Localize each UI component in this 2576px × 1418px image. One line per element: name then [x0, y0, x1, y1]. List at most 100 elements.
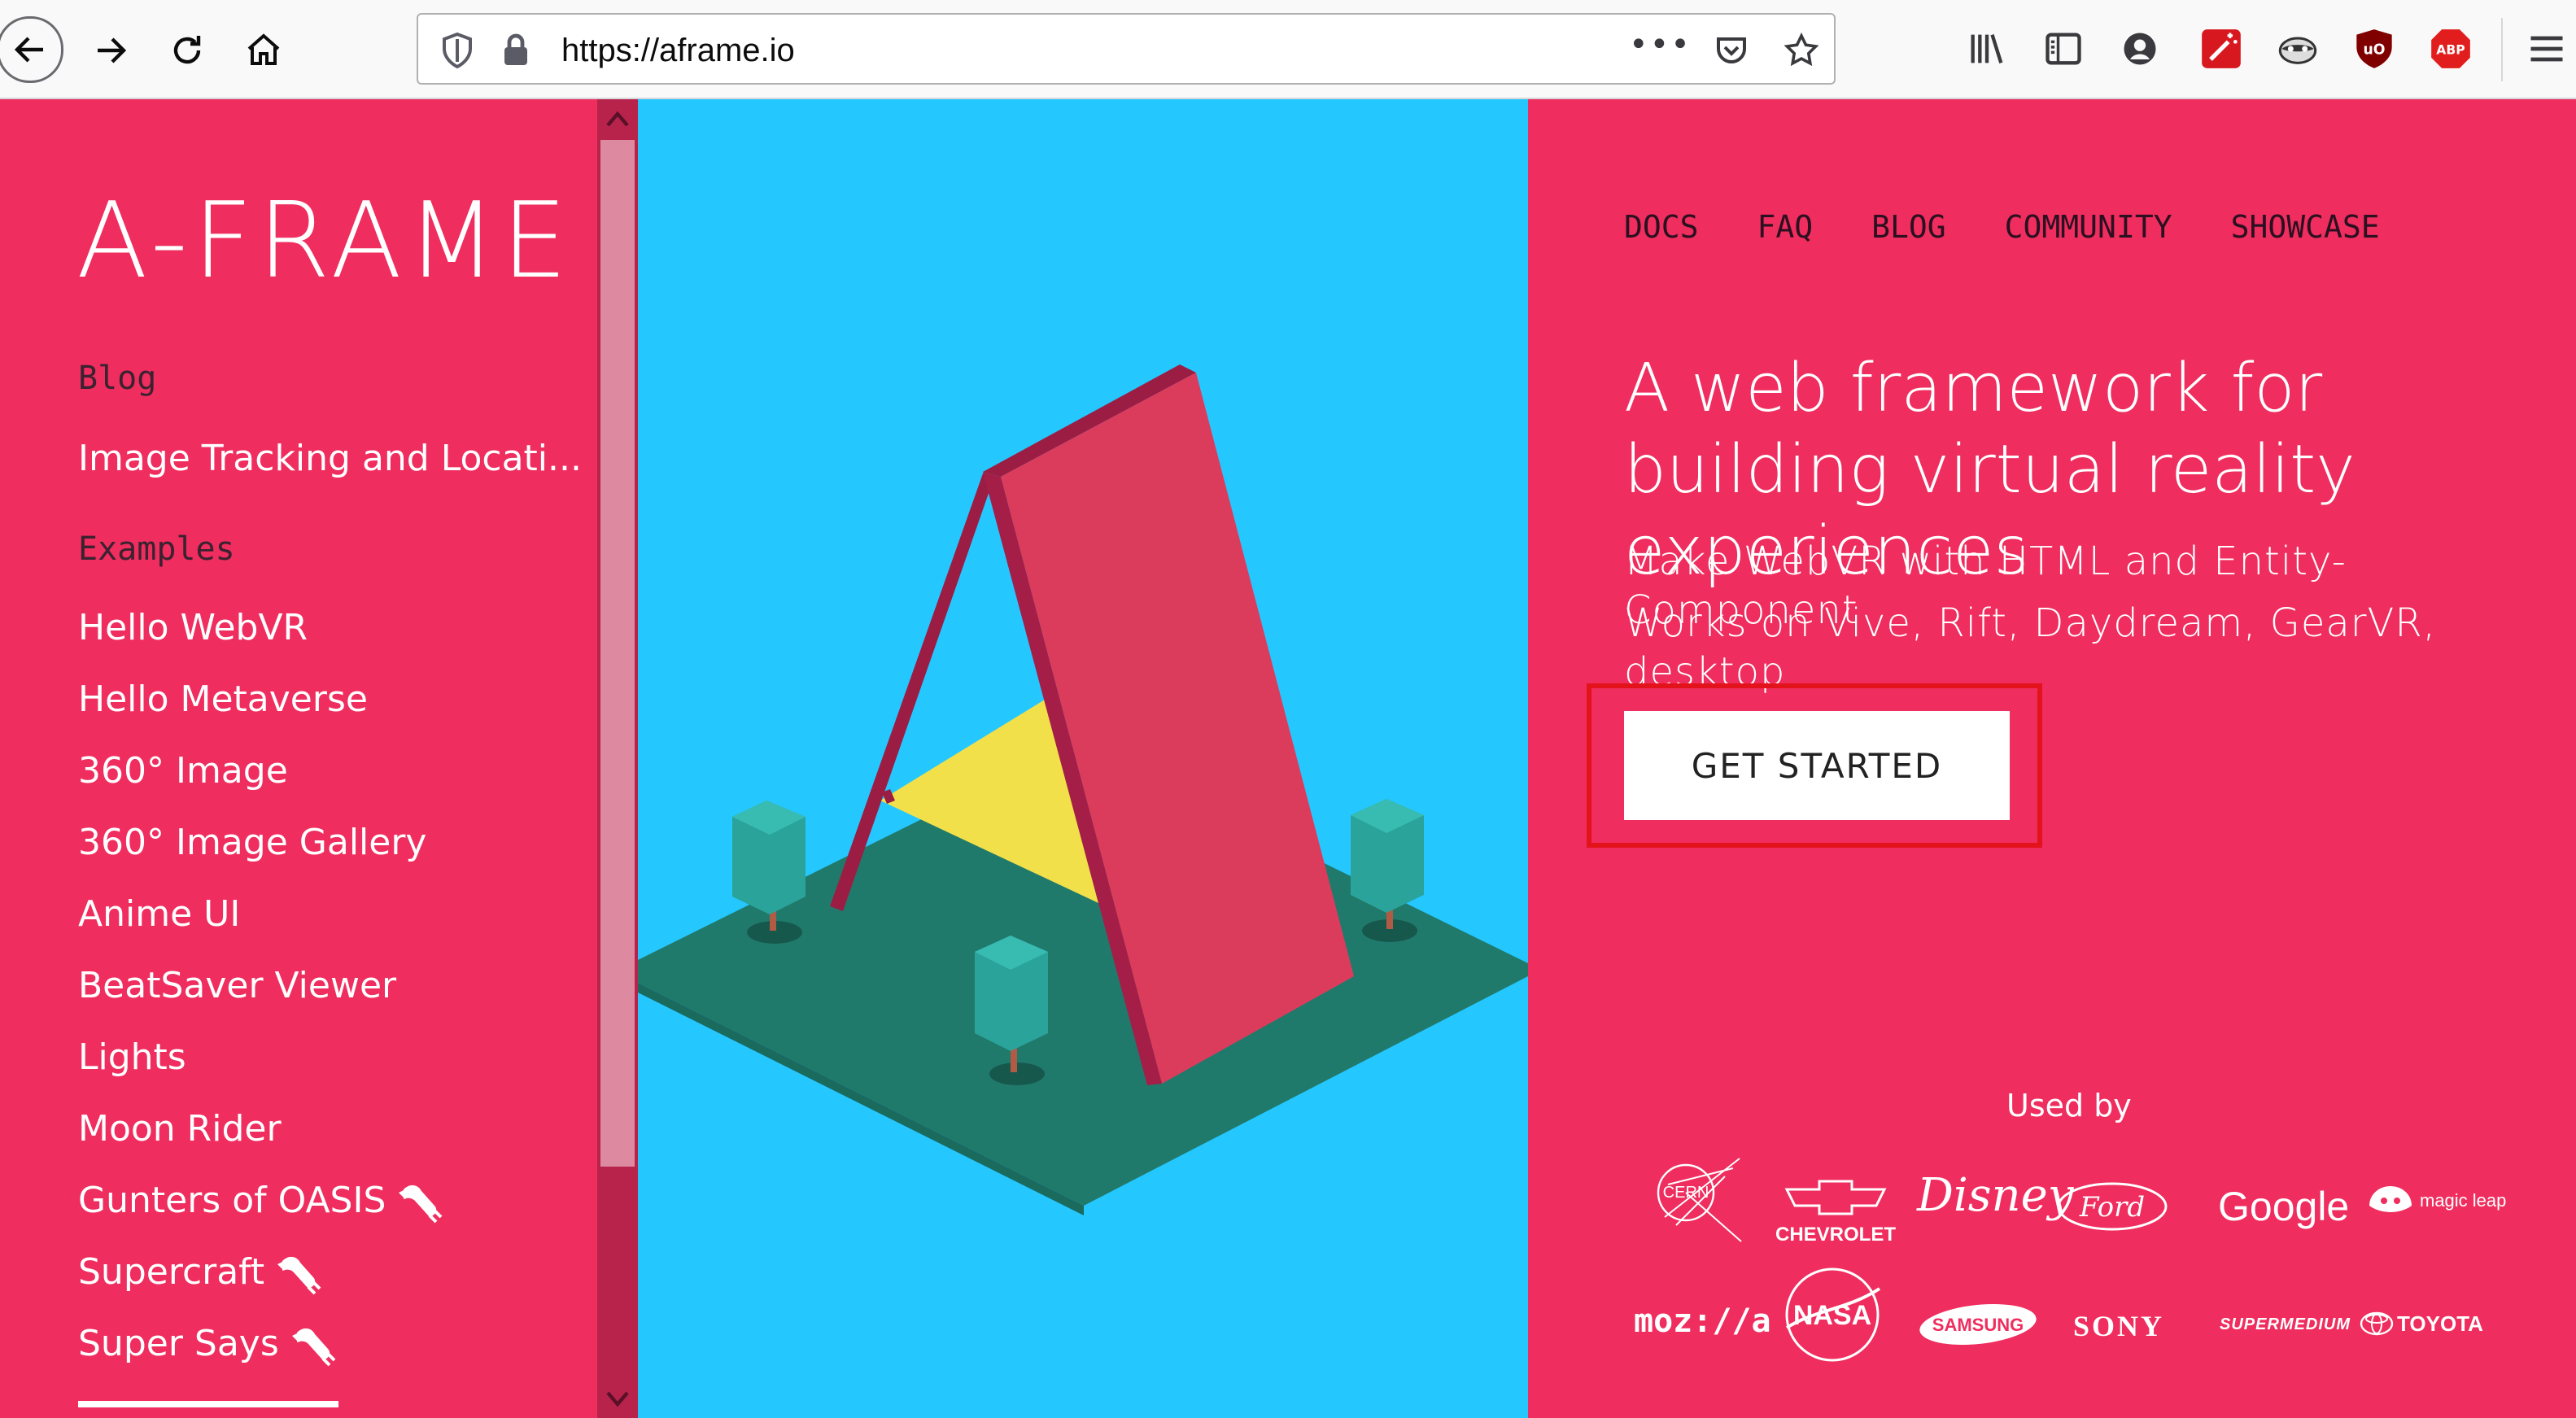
brand-supermedium[interactable]: SUPERMEDIUM	[2220, 1316, 2351, 1333]
sidebar-section-examples: Examples	[78, 530, 235, 568]
account-button[interactable]	[2115, 24, 2164, 73]
site-logo[interactable]: A-FRAME	[76, 181, 572, 303]
cern-logo: CERN	[1657, 1158, 1742, 1242]
home-icon	[247, 33, 280, 65]
reload-button[interactable]	[155, 18, 220, 83]
brand-cern[interactable]: CERN	[1644, 1152, 1749, 1261]
back-button[interactable]	[0, 16, 63, 83]
sidebar-item-360-image-gallery[interactable]: 360° Image Gallery	[78, 820, 426, 866]
toyota-wordmark: TOYOTA	[2397, 1311, 2483, 1336]
sidebar-section-blog: Blog	[78, 360, 157, 397]
lock-icon[interactable]	[496, 31, 535, 70]
scroll-down-button[interactable]	[597, 1381, 638, 1417]
sidebar-item-label: Super Says	[78, 1323, 279, 1364]
sidebar-item-image-tracking[interactable]: Image Tracking and Locati...	[78, 436, 582, 482]
ford-logo-text: Ford	[2079, 1191, 2145, 1224]
brand-google[interactable]: Google	[2218, 1186, 2349, 1227]
library-button[interactable]	[1963, 24, 2011, 73]
page-actions-button[interactable]: •••	[1629, 26, 1692, 63]
url-bar[interactable]: https://aframe.io •••	[417, 13, 1836, 85]
library-icon	[1971, 34, 2003, 63]
paintbrush-icon	[277, 1256, 321, 1295]
main-content: DOCS FAQ BLOG COMMUNITY SHOWCASE A web f…	[1528, 99, 2576, 1418]
extension-magic-button[interactable]	[2197, 24, 2246, 73]
sidebar-item-gunters-of-oasis[interactable]: Gunters of OASIS	[78, 1178, 446, 1225]
menu-button[interactable]	[2522, 24, 2571, 73]
brand-samsung[interactable]: SAMSUNG	[1917, 1302, 2039, 1350]
magic-leap-wordmark: magic leap	[2420, 1190, 2507, 1211]
hero-illustration	[638, 99, 1528, 1418]
home-button[interactable]	[231, 18, 296, 83]
paintbrush-icon	[291, 1328, 336, 1367]
cern-logo-text: CERN	[1663, 1184, 1709, 1202]
scrollbar-thumb[interactable]	[600, 140, 635, 1167]
sidebar: A-FRAME Blog Image Tracking and Locati..…	[0, 99, 597, 1418]
brand-nasa[interactable]: NASA	[1782, 1261, 1888, 1370]
sidebar-item-super-says[interactable]: Super Says	[78, 1321, 339, 1368]
nasa-logo-text: NASA	[1793, 1300, 1871, 1331]
top-navigation: DOCS FAQ BLOG COMMUNITY SHOWCASE	[1624, 208, 2438, 246]
abp-icon: ABP	[2431, 29, 2470, 68]
samsung-oval-logo: SAMSUNG	[1919, 1303, 2037, 1346]
hamburger-menu-icon	[2530, 36, 2563, 62]
brand-sony[interactable]: SONY	[2073, 1311, 2164, 1341]
sidebar-item-supercraft[interactable]: Supercraft	[78, 1250, 325, 1297]
bookmark-star-icon[interactable]	[1782, 31, 1821, 70]
sidebar-item-label: Gunters of OASIS	[78, 1180, 386, 1221]
sidebar-item-anime-ui[interactable]: Anime UI	[78, 892, 240, 937]
nav-showcase[interactable]: SHOWCASE	[2231, 208, 2380, 246]
nasa-meatball-logo: NASA	[1785, 1267, 1881, 1362]
nav-blog[interactable]: BLOG	[1871, 208, 1946, 246]
chevron-down-icon	[606, 1391, 629, 1407]
sidebar-toggle-button[interactable]	[2039, 24, 2088, 73]
brand-mozilla[interactable]: moz://a	[1634, 1305, 1771, 1337]
sidebar-item-beatsaver-viewer[interactable]: BeatSaver Viewer	[78, 963, 396, 1009]
account-icon	[2124, 33, 2156, 65]
sidebar-item-360-image[interactable]: 360° Image	[78, 748, 288, 794]
forward-button[interactable]	[78, 18, 143, 83]
magic-leap-icon	[2369, 1186, 2412, 1212]
ford-oval-logo: Ford	[2057, 1182, 2168, 1231]
nav-docs[interactable]: DOCS	[1624, 208, 1699, 246]
nav-faq[interactable]: FAQ	[1757, 208, 1814, 246]
nav-community[interactable]: COMMUNITY	[2005, 208, 2172, 246]
toolbar-divider	[2501, 18, 2503, 81]
extension-raccoon-button[interactable]	[2273, 24, 2322, 73]
sidebar-scrollbar[interactable]	[597, 99, 638, 1418]
sidebar-icon	[2046, 33, 2081, 65]
brand-ford[interactable]: Ford	[2055, 1180, 2169, 1237]
sidebar-item-moon-rider[interactable]: Moon Rider	[78, 1106, 282, 1152]
sidebar-item-hello-webvr[interactable]: Hello WebVR	[78, 605, 308, 651]
sidebar-item-cutoff-text	[78, 1401, 338, 1407]
get-started-button[interactable]: GET STARTED	[1624, 711, 2010, 820]
brand-toyota[interactable]: TOYOTA	[2360, 1311, 2483, 1336]
ublock-button[interactable]: uO	[2350, 24, 2399, 73]
reload-icon	[173, 36, 201, 64]
sidebar-item-hello-metaverse[interactable]: Hello Metaverse	[78, 677, 368, 722]
sidebar-item-cutoff[interactable]	[78, 1398, 338, 1418]
samsung-logo-text: SAMSUNG	[1932, 1315, 2024, 1335]
pocket-icon[interactable]	[1712, 31, 1751, 70]
page-content: A-FRAME Blog Image Tracking and Locati..…	[0, 99, 2576, 1418]
magic-wand-icon	[2202, 29, 2241, 68]
svg-text:uO: uO	[2363, 42, 2385, 59]
sidebar-item-label: Supercraft	[78, 1251, 265, 1293]
url-text[interactable]: https://aframe.io	[561, 33, 795, 68]
brand-magic-leap[interactable]: magic leap	[2366, 1181, 2507, 1220]
arrow-right-icon	[98, 37, 127, 63]
brand-chevrolet[interactable]: CHEVROLET	[1775, 1175, 1896, 1245]
toyota-emblem-icon	[2360, 1311, 2394, 1336]
scroll-up-button[interactable]	[597, 101, 638, 137]
sidebar-item-lights[interactable]: Lights	[78, 1035, 186, 1080]
aframe-scene-illustration	[638, 364, 1528, 1215]
chevrolet-bowtie-icon	[1784, 1180, 1887, 1215]
chevrolet-wordmark: CHEVROLET	[1775, 1224, 1897, 1246]
chevron-up-icon	[606, 111, 629, 127]
ublock-shield-icon: uO	[2356, 29, 2392, 68]
tracking-shield-icon[interactable]	[438, 31, 477, 70]
brand-disney[interactable]: Disney	[1917, 1173, 2073, 1219]
hero-subtitle-2: Works on Vive, Rift, Daydream, GearVR, d…	[1624, 600, 2436, 695]
raccoon-icon	[2278, 37, 2317, 64]
adblock-plus-button[interactable]: ABP	[2426, 24, 2475, 73]
svg-text:ABP: ABP	[2436, 43, 2465, 58]
